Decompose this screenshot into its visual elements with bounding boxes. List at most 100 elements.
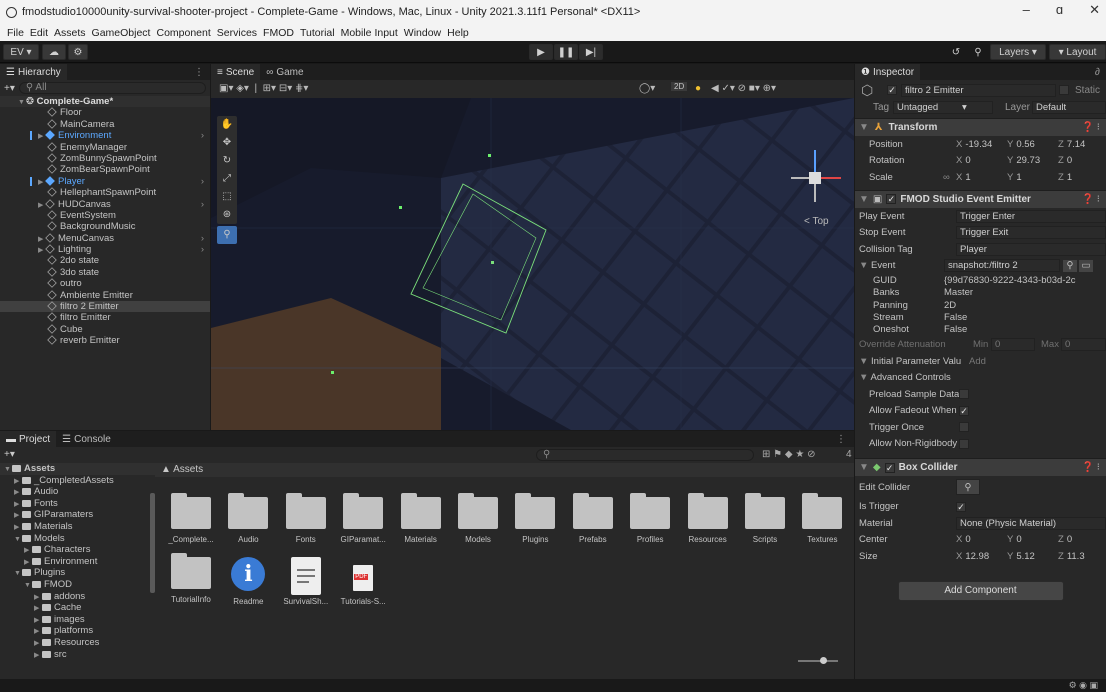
asset-folder[interactable]: Resources xyxy=(682,493,734,544)
menu-file[interactable]: File xyxy=(4,27,27,39)
layers-dropdown[interactable]: Layers ▾ xyxy=(990,44,1046,60)
object-name-input[interactable]: filtro 2 Emitter xyxy=(901,84,1056,97)
rect-tool-icon[interactable]: ⬚ xyxy=(217,188,237,206)
asset-folder[interactable]: Fonts xyxy=(280,493,332,544)
emitter-header[interactable]: ▼ ▣ FMOD Studio Event Emitter ❓ ⁝ xyxy=(855,189,1106,208)
breadcrumb-assets[interactable]: Assets xyxy=(173,464,203,475)
transform-x[interactable]: 0 xyxy=(965,155,970,166)
add-icon[interactable]: +▾ xyxy=(4,83,15,94)
maximize-button[interactable]: ɑ xyxy=(1056,2,1063,18)
hierarchy-item[interactable]: Floor xyxy=(0,107,210,118)
lock-icon[interactable]: ∂ xyxy=(1095,67,1100,78)
transform-x[interactable]: -19.34 xyxy=(965,139,992,150)
size-x[interactable]: 12.98 xyxy=(965,551,989,562)
cloud-icon[interactable]: ☁ xyxy=(42,44,66,60)
project-tree-item[interactable]: ▶ Resources xyxy=(0,637,155,649)
component-menu-icon[interactable]: ❓ ⁝ xyxy=(1082,462,1100,473)
transform-z[interactable]: 0 xyxy=(1067,155,1072,166)
project-tree-item[interactable]: ▶ platforms xyxy=(0,625,155,637)
asset-item[interactable]: SurvivalSh... xyxy=(280,557,332,606)
asset-folder[interactable]: Scripts xyxy=(739,493,791,544)
asset-item[interactable]: TutorialInfo xyxy=(165,553,217,604)
asset-folder[interactable]: _Complete... xyxy=(165,493,217,544)
tab-scene[interactable]: ≡ Scene xyxy=(211,64,261,80)
hierarchy-item[interactable]: EnemyManager xyxy=(0,142,210,153)
hierarchy-item[interactable]: filtro Emitter xyxy=(0,312,210,323)
stop-event-dropdown[interactable]: Trigger Exit xyxy=(956,226,1106,240)
event-field[interactable]: snapshot:/filtro 2 xyxy=(944,259,1060,273)
layout-dropdown[interactable]: ▾ Layout xyxy=(1049,44,1106,60)
hierarchy-item[interactable]: HellephantSpawnPoint xyxy=(0,187,210,198)
transform-tool-icon[interactable]: ⊛ xyxy=(217,206,237,224)
pause-button[interactable]: ❚❚ xyxy=(554,44,578,60)
create-icon[interactable]: +▾ xyxy=(4,449,15,460)
asset-folder[interactable]: Audio xyxy=(222,493,274,544)
size-y[interactable]: 5.12 xyxy=(1016,551,1035,562)
hierarchy-item[interactable]: Ambiente Emitter xyxy=(0,290,210,301)
project-tree-item[interactable]: ▶ Audio xyxy=(0,486,155,498)
audio-icon[interactable]: ◀ ✓▾ ⊘ ■▾ ⊕▾ xyxy=(711,83,776,94)
menu-fmod[interactable]: FMOD xyxy=(260,27,297,39)
rotate-tool-icon[interactable]: ↻ xyxy=(217,152,237,170)
hierarchy-item[interactable]: ▶ MenuCanvas › xyxy=(0,233,210,244)
menu-mobile-input[interactable]: Mobile Input xyxy=(338,27,401,39)
hierarchy-item[interactable]: ▶ Environment › xyxy=(0,130,210,141)
add-component-button[interactable]: Add Component xyxy=(897,580,1064,601)
advanced-checkbox[interactable] xyxy=(959,438,969,449)
max-input[interactable]: 0 xyxy=(1061,337,1106,351)
emitter-enabled-checkbox[interactable] xyxy=(886,194,897,205)
initial-params-row[interactable]: ▼ Initial Parameter Valu Add xyxy=(855,353,1106,370)
filter-icons[interactable]: ⊞ ⚑ ◆ ★ ⊘ xyxy=(762,449,816,460)
transform-z[interactable]: 7.14 xyxy=(1067,139,1086,150)
step-button[interactable]: ▶| xyxy=(579,44,603,60)
project-tree-item[interactable]: ▶ Fonts xyxy=(0,498,155,510)
add-param-button[interactable]: Add xyxy=(969,356,986,367)
project-tree-item[interactable]: ▶ Environment xyxy=(0,556,155,568)
event-browse-icon[interactable]: ▭ xyxy=(1079,259,1093,272)
component-menu-icon[interactable]: ❓ ⁝ xyxy=(1082,194,1100,205)
draw-mode-icon[interactable]: ▣▾ ◈▾ | ⊞▾ ⊟▾ ⋕▾ xyxy=(219,83,308,94)
asset-folder[interactable]: Textures xyxy=(796,493,848,544)
hierarchy-item[interactable]: outro xyxy=(0,278,210,289)
project-tree-item[interactable]: ▼ Plugins xyxy=(0,567,155,579)
center-x[interactable]: 0 xyxy=(965,534,970,545)
tab-game[interactable]: ∞ Game xyxy=(260,64,309,80)
asset-item[interactable]: PDF Tutorials-S... xyxy=(337,557,389,606)
menu-edit[interactable]: Edit xyxy=(27,27,51,39)
project-tree-item[interactable]: ▶ src xyxy=(0,649,155,661)
hierarchy-item[interactable]: ▶ Lighting › xyxy=(0,244,210,255)
project-tree-item[interactable]: ▶ Cache xyxy=(0,602,155,614)
asset-folder[interactable]: Profiles xyxy=(624,493,676,544)
move-tool-icon[interactable]: ✥ xyxy=(217,134,237,152)
material-field[interactable]: None (Physic Material) xyxy=(956,516,1106,530)
active-checkbox[interactable] xyxy=(887,85,897,95)
scene-viewport[interactable]: < Top xyxy=(211,98,854,430)
min-input[interactable]: 0 xyxy=(991,337,1035,351)
tab-console[interactable]: ☰ Console xyxy=(56,431,117,447)
box-collider-header[interactable]: ▼ ◆ Box Collider ❓ ⁝ xyxy=(855,458,1106,477)
history-icon[interactable]: ↺ xyxy=(946,44,966,60)
scene-root-row[interactable]: ▼❂ Complete-Game* xyxy=(0,96,210,108)
component-menu-icon[interactable]: ❓ ⁝ xyxy=(1082,122,1100,133)
project-tree-item[interactable]: ▼ Assets xyxy=(0,463,155,475)
asset-folder[interactable]: Prefabs xyxy=(567,493,619,544)
hierarchy-item[interactable]: reverb Emitter xyxy=(0,335,210,346)
chevron-right-icon[interactable]: › xyxy=(201,233,204,244)
collab-icon[interactable]: ⚙ xyxy=(68,44,88,60)
project-tree-item[interactable]: ▶ GIParamaters xyxy=(0,509,155,521)
minimize-button[interactable]: – xyxy=(1023,2,1030,18)
2d-toggle[interactable]: 2D xyxy=(671,82,688,91)
advanced-controls-row[interactable]: ▼ Advanced Controls xyxy=(855,369,1106,386)
menu-tutorial[interactable]: Tutorial xyxy=(297,27,338,39)
close-button[interactable]: ✕ xyxy=(1089,2,1100,18)
hierarchy-item[interactable]: ▶ Player › xyxy=(0,176,210,187)
hierarchy-item[interactable]: 3do state xyxy=(0,267,210,278)
zoom-slider[interactable] xyxy=(798,657,838,664)
menu-help[interactable]: Help xyxy=(444,27,472,39)
menu-gameobject[interactable]: GameObject xyxy=(89,27,154,39)
project-tree-item[interactable]: ▶ addons xyxy=(0,591,155,603)
chevron-right-icon[interactable]: › xyxy=(201,199,204,210)
link-icon[interactable]: ∞ xyxy=(943,172,950,183)
transform-z[interactable]: 1 xyxy=(1067,172,1072,183)
edit-collider-button[interactable]: ⚲ xyxy=(956,479,980,496)
